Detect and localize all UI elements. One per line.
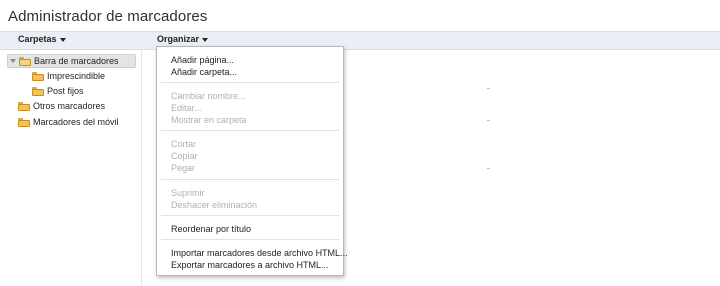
menu-item-show-in-folder[interactable]: Mostrar en carpeta bbox=[171, 115, 247, 125]
menu-item-import-html[interactable]: Importar marcadores desde archivo HTML..… bbox=[171, 248, 348, 258]
tree-item-barra-de-marcadores[interactable]: Barra de marcadores bbox=[7, 54, 136, 68]
folder-open-icon bbox=[19, 56, 31, 66]
menu-item-sort-by-title[interactable]: Reordenar por título bbox=[171, 224, 251, 234]
folder-icon bbox=[18, 117, 30, 127]
tree-item-imprescindible[interactable]: Imprescindible bbox=[32, 69, 105, 83]
menu-separator bbox=[161, 179, 339, 180]
triangle-down-icon[interactable] bbox=[10, 59, 16, 63]
list-item-edge bbox=[487, 120, 490, 121]
menu-item-edit[interactable]: Editar... bbox=[171, 103, 202, 113]
header-bar: Carpetas Organizar bbox=[0, 31, 720, 50]
menu-separator bbox=[161, 130, 339, 131]
folder-icon bbox=[32, 86, 44, 96]
menu-separator bbox=[161, 215, 339, 216]
menu-item-undo-delete[interactable]: Deshacer eliminación bbox=[171, 200, 257, 210]
tree-item-label: Barra de marcadores bbox=[34, 56, 119, 66]
caret-down-icon bbox=[202, 37, 209, 42]
page-title: Administrador de marcadores bbox=[8, 8, 208, 25]
tree-item-marcadores-del-movil[interactable]: Marcadores del móvil bbox=[18, 115, 119, 129]
tree-item-otros-marcadores[interactable]: Otros marcadores bbox=[18, 99, 105, 113]
list-item-edge bbox=[487, 88, 490, 89]
tree-item-post-fijos[interactable]: Post fijos bbox=[32, 84, 84, 98]
list-item-edge bbox=[487, 168, 490, 169]
menu-separator bbox=[161, 82, 339, 83]
folder-icon bbox=[32, 71, 44, 81]
folders-menu-button[interactable]: Carpetas bbox=[18, 34, 66, 44]
tree-item-label: Otros marcadores bbox=[33, 101, 106, 111]
organize-dropdown-menu: Añadir página... Añadir carpeta... Cambi… bbox=[156, 46, 348, 276]
menu-item-add-page[interactable]: Añadir página... bbox=[171, 55, 234, 65]
organize-menu-button[interactable]: Organizar bbox=[157, 34, 209, 44]
caret-down-icon bbox=[59, 37, 66, 42]
organize-menu-label: Organizar bbox=[157, 34, 200, 44]
folder-tree-pane: Barra de marcadores Imprescindible Post … bbox=[0, 50, 141, 286]
tree-item-label: Imprescindible bbox=[47, 71, 106, 81]
menu-item-copy[interactable]: Copiar bbox=[171, 151, 198, 161]
menu-item-export-html[interactable]: Exportar marcadores a archivo HTML... bbox=[171, 260, 329, 270]
menu-item-delete[interactable]: Suprimir bbox=[171, 188, 205, 198]
tree-item-label: Marcadores del móvil bbox=[33, 117, 119, 127]
menu-item-cut[interactable]: Cortar bbox=[171, 139, 196, 149]
menu-item-paste[interactable]: Pegar bbox=[171, 163, 195, 173]
folder-icon bbox=[18, 101, 30, 111]
menu-item-add-folder[interactable]: Añadir carpeta... bbox=[171, 67, 237, 77]
folders-menu-label: Carpetas bbox=[18, 34, 57, 44]
menu-separator bbox=[161, 239, 339, 240]
tree-item-label: Post fijos bbox=[47, 86, 84, 96]
menu-item-rename[interactable]: Cambiar nombre... bbox=[171, 91, 246, 101]
